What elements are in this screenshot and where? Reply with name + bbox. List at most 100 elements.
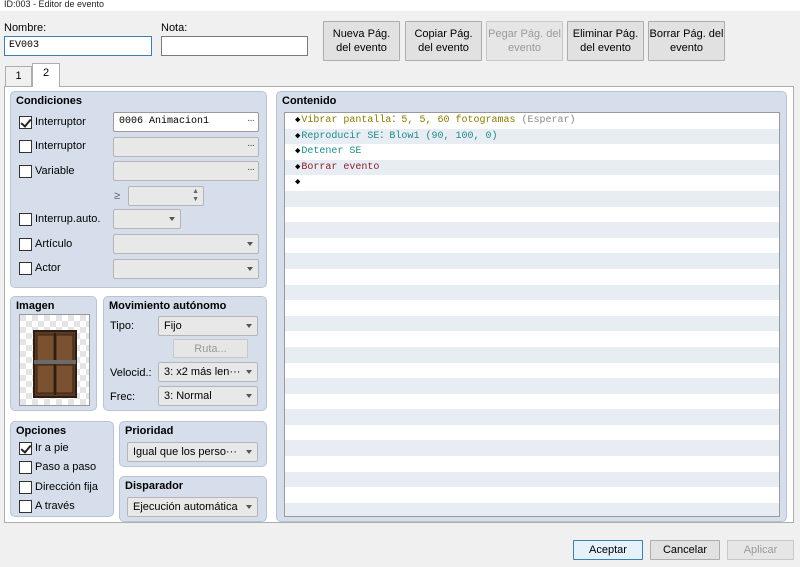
- chevron-down-icon: [247, 242, 253, 246]
- command-row[interactable]: [285, 222, 779, 238]
- command-row[interactable]: [285, 425, 779, 441]
- command-row[interactable]: ◆Vibrar pantalla：5, 5, 60 fotogramas (Es…: [285, 113, 779, 129]
- command-row[interactable]: [285, 238, 779, 254]
- direction-fix-label: Dirección fija: [35, 481, 98, 493]
- variable-checkbox[interactable]: [19, 165, 32, 178]
- delete-page-button[interactable]: Eliminar Pág. del evento: [567, 21, 644, 61]
- switch2-selector[interactable]: ···: [113, 137, 259, 157]
- command-row[interactable]: [285, 363, 779, 379]
- command-text: Reproducir SE：Blow1 (90, 100, 0): [301, 130, 498, 142]
- chevron-down-icon: [169, 217, 175, 221]
- actor-dropdown[interactable]: [113, 259, 259, 279]
- movement-type-label: Tipo:: [110, 320, 135, 332]
- variable-amount-spinner[interactable]: ▲ ▼: [128, 186, 204, 206]
- name-input[interactable]: EV003: [4, 36, 152, 56]
- direction-fix-checkbox[interactable]: [19, 481, 32, 494]
- cancel-button[interactable]: Cancelar: [650, 540, 720, 560]
- actor-checkbox[interactable]: [19, 262, 32, 275]
- command-row[interactable]: [285, 315, 779, 332]
- through-checkbox[interactable]: [19, 500, 32, 513]
- door-sprite-icon: [20, 315, 89, 405]
- switch1-value: 0006 Animacion1: [119, 116, 210, 127]
- switch1-checkbox[interactable]: [19, 116, 32, 129]
- command-row[interactable]: [285, 409, 779, 425]
- movement-title: Movimiento autónomo: [109, 300, 227, 312]
- event-image-picker[interactable]: [19, 314, 90, 406]
- trigger-title: Disparador: [125, 480, 184, 492]
- command-text: Vibrar pantalla：5, 5, 60 fotogramas: [301, 115, 516, 126]
- command-bullet-icon: ◆: [295, 146, 301, 157]
- ellipsis-icon: ···: [247, 140, 255, 151]
- window-title: ID:003 - Editor de evento: [0, 0, 800, 11]
- command-bullet-icon: ◆: [295, 177, 301, 188]
- item-dropdown[interactable]: [113, 234, 259, 254]
- command-row[interactable]: [285, 378, 779, 394]
- ok-button[interactable]: Aceptar: [573, 540, 643, 560]
- ellipsis-icon: ···: [247, 164, 255, 175]
- command-row[interactable]: [285, 487, 779, 503]
- image-title: Imagen: [16, 300, 55, 312]
- clear-page-button[interactable]: Borrar Pág. del evento: [648, 21, 725, 61]
- command-text: Detener SE: [301, 146, 362, 158]
- item-label: Artículo: [35, 238, 73, 250]
- chevron-down-icon: [246, 370, 252, 374]
- movement-freq-label: Frec:: [110, 391, 136, 403]
- tab-page-1[interactable]: 1: [5, 66, 32, 87]
- movement-speed-dropdown[interactable]: 3: x2 más len···: [158, 362, 258, 382]
- command-row[interactable]: [285, 269, 779, 285]
- switch1-selector[interactable]: 0006 Animacion1 ···: [113, 112, 259, 132]
- command-bullet-icon: ◆: [295, 115, 301, 125]
- spinner-arrows-icon: ▲ ▼: [192, 188, 199, 203]
- movement-freq-dropdown[interactable]: 3: Normal: [158, 386, 258, 406]
- copy-page-button[interactable]: Copiar Pág. del evento: [405, 21, 482, 61]
- chevron-down-icon: [246, 324, 252, 328]
- tab-page-2[interactable]: 2: [32, 63, 60, 87]
- command-row[interactable]: [285, 331, 779, 347]
- command-list[interactable]: ◆Vibrar pantalla：5, 5, 60 fotogramas (Es…: [284, 112, 780, 517]
- command-suffix: (Esperar): [515, 115, 576, 126]
- command-row[interactable]: [285, 190, 779, 207]
- command-row[interactable]: ◆Detener SE: [285, 144, 779, 160]
- route-button[interactable]: Ruta...: [173, 339, 248, 358]
- command-row[interactable]: [285, 346, 779, 363]
- note-input[interactable]: [161, 36, 308, 56]
- command-row[interactable]: ◆Borrar evento: [285, 159, 779, 176]
- self-switch-label: Interrup.auto.: [35, 213, 101, 225]
- priority-dropdown[interactable]: Igual que los perso···: [127, 442, 258, 462]
- step-anim-checkbox[interactable]: [19, 461, 32, 474]
- movement-type-dropdown[interactable]: Fijo: [158, 316, 258, 336]
- movement-speed-label: Velocid.:: [110, 367, 152, 379]
- command-bullet-icon: ◆: [295, 161, 301, 172]
- command-row[interactable]: [285, 253, 779, 269]
- self-switch-dropdown[interactable]: [113, 209, 181, 229]
- command-row[interactable]: [285, 456, 779, 472]
- walk-anim-checkbox[interactable]: [19, 442, 32, 455]
- new-page-button[interactable]: Nueva Pág. del evento: [323, 21, 400, 61]
- paste-page-button[interactable]: Pegar Pág. del evento: [486, 21, 563, 61]
- command-text: Borrar evento: [301, 161, 380, 173]
- chevron-down-icon: [246, 394, 252, 398]
- ellipsis-icon: ···: [247, 115, 255, 126]
- command-row[interactable]: [285, 300, 779, 316]
- trigger-dropdown[interactable]: Ejecución automática: [127, 497, 258, 517]
- switch2-label: Interruptor: [35, 140, 86, 152]
- item-checkbox[interactable]: [19, 238, 32, 251]
- command-row[interactable]: ◆Reproducir SE：Blow1 (90, 100, 0): [285, 128, 779, 145]
- switch2-checkbox[interactable]: [19, 140, 32, 153]
- command-row[interactable]: [285, 207, 779, 223]
- actor-label: Actor: [35, 262, 61, 274]
- variable-selector[interactable]: ···: [113, 161, 259, 181]
- note-label: Nota:: [161, 22, 188, 34]
- self-switch-checkbox[interactable]: [19, 213, 32, 226]
- apply-button[interactable]: Aplicar: [727, 540, 794, 560]
- movement-type-value: Fijo: [164, 320, 182, 332]
- command-row[interactable]: [285, 394, 779, 410]
- command-bullet-icon: ◆: [295, 130, 301, 141]
- priority-title: Prioridad: [125, 425, 174, 437]
- switch1-label: Interruptor: [35, 116, 86, 128]
- command-row[interactable]: [285, 471, 779, 488]
- command-row[interactable]: [285, 284, 779, 301]
- command-row[interactable]: ◆: [285, 175, 779, 191]
- command-row[interactable]: [285, 440, 779, 457]
- command-row[interactable]: [285, 502, 779, 516]
